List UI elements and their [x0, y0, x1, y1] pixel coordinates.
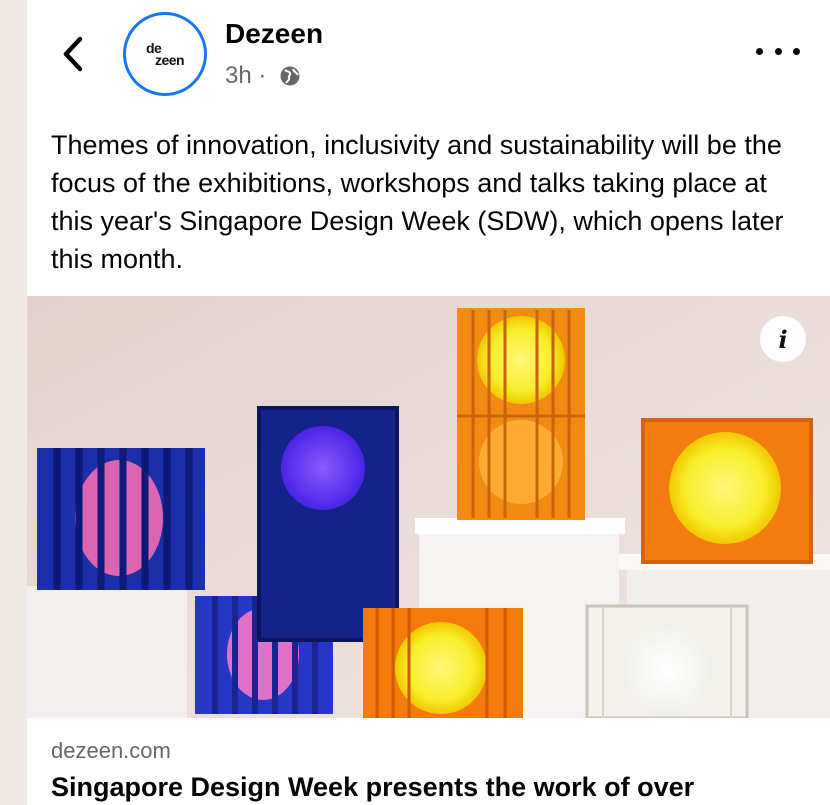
info-icon[interactable]: i [760, 316, 806, 362]
post-card: de zeen Dezeen 3h · Themes of innovation… [27, 0, 830, 805]
dezeen-logo: de zeen [145, 40, 185, 68]
chevron-left-icon [63, 36, 83, 72]
back-button[interactable] [55, 32, 91, 76]
link-title[interactable]: Singapore Design Week presents the work … [51, 772, 694, 803]
more-dot [756, 47, 763, 55]
more-options-button[interactable] [756, 38, 800, 64]
link-preview[interactable]: dezeen.com Singapore Design Week present… [27, 718, 830, 805]
avatar[interactable]: de zeen [123, 12, 207, 96]
page-name[interactable]: Dezeen [225, 18, 323, 50]
lamp-photo [27, 296, 830, 718]
post-header: de zeen Dezeen 3h · [27, 0, 830, 118]
link-domain: dezeen.com [51, 738, 171, 763]
globe-icon [279, 65, 301, 87]
post-image[interactable]: i [27, 296, 830, 718]
meta-separator: · [251, 62, 274, 89]
more-dot [793, 47, 800, 55]
more-dot [774, 47, 782, 55]
post-time[interactable]: 3h [225, 62, 252, 90]
post-meta: 3h · [225, 62, 301, 90]
post-text: Themes of innovation, inclusivity and su… [51, 130, 784, 274]
